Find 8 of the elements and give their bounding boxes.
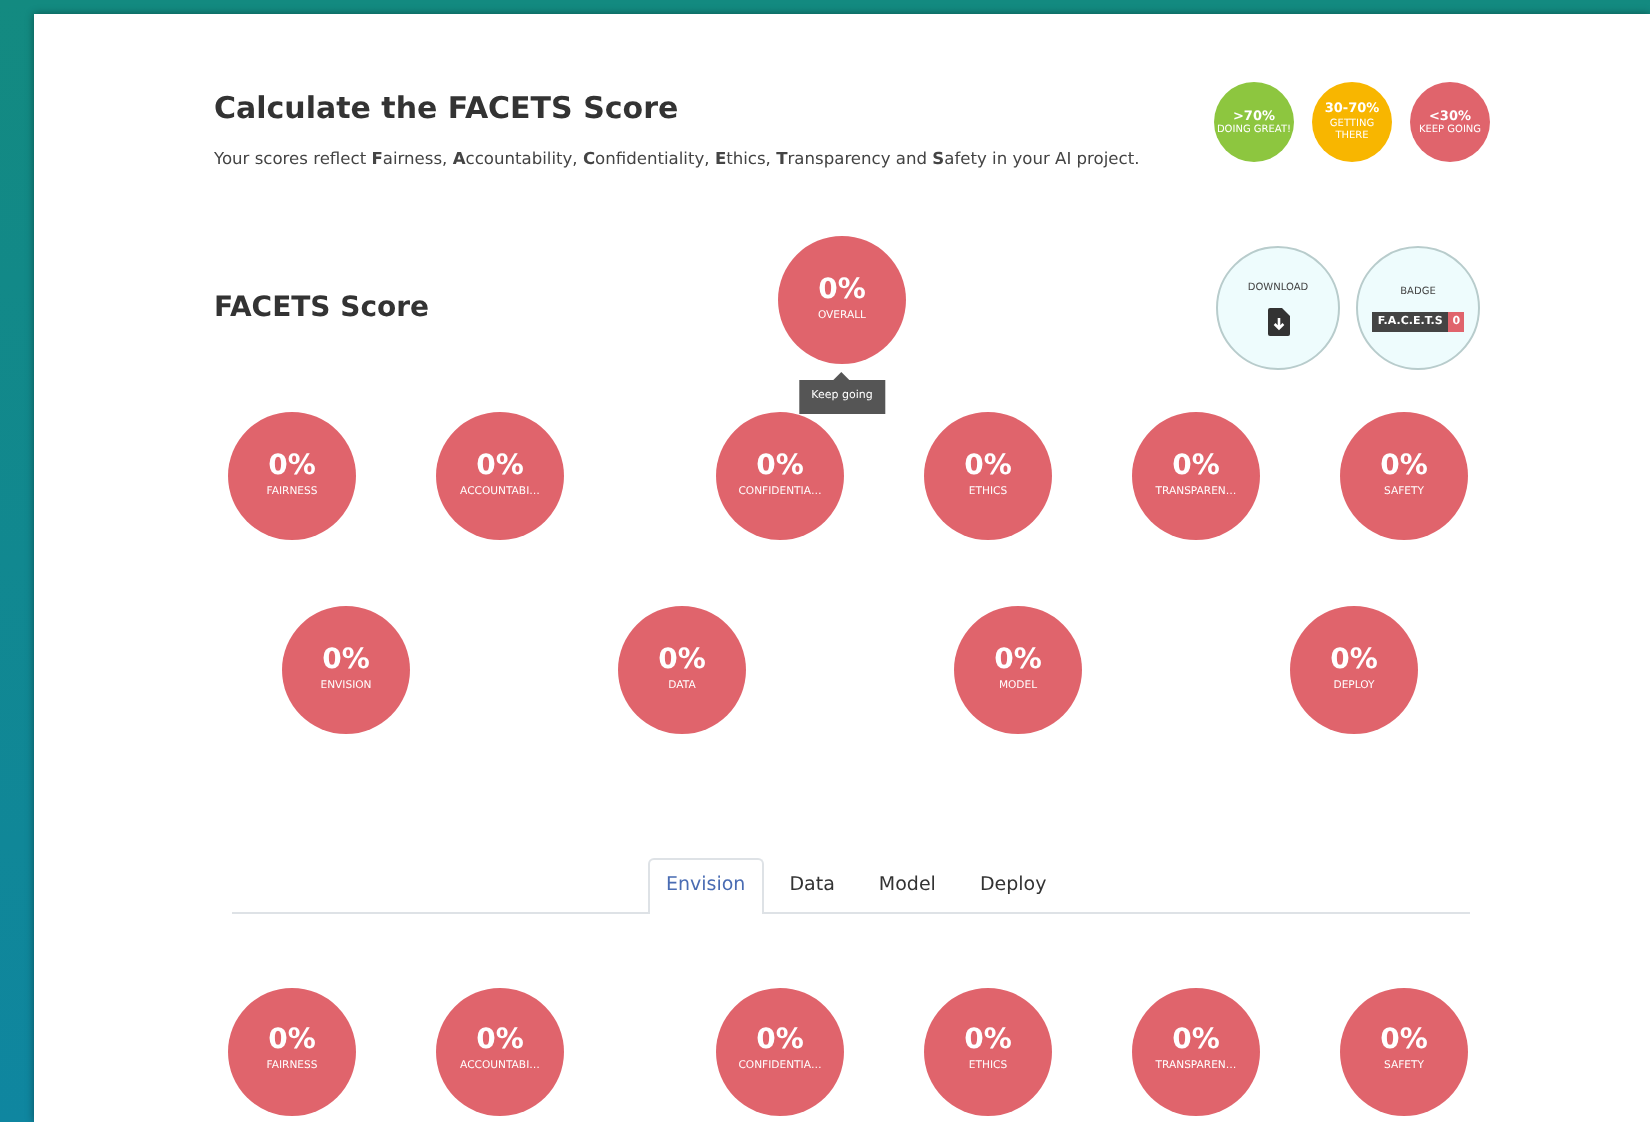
- description: Your scores reflect Fairness, Accountability, Confidentiality, Ethics, Transparency and Safety in your AI project.: [214, 146, 1140, 171]
- page-title: Calculate the FACETS Score: [214, 90, 681, 126]
- tab[interactable]: Deploy: [961, 858, 1065, 914]
- section-title: FACETS Score: [214, 292, 432, 326]
- tab[interactable]: Data: [771, 858, 853, 914]
- tab[interactable]: Model: [860, 858, 954, 914]
- tab[interactable]: Envision: [648, 858, 764, 914]
- file-download-icon: [1267, 307, 1289, 336]
